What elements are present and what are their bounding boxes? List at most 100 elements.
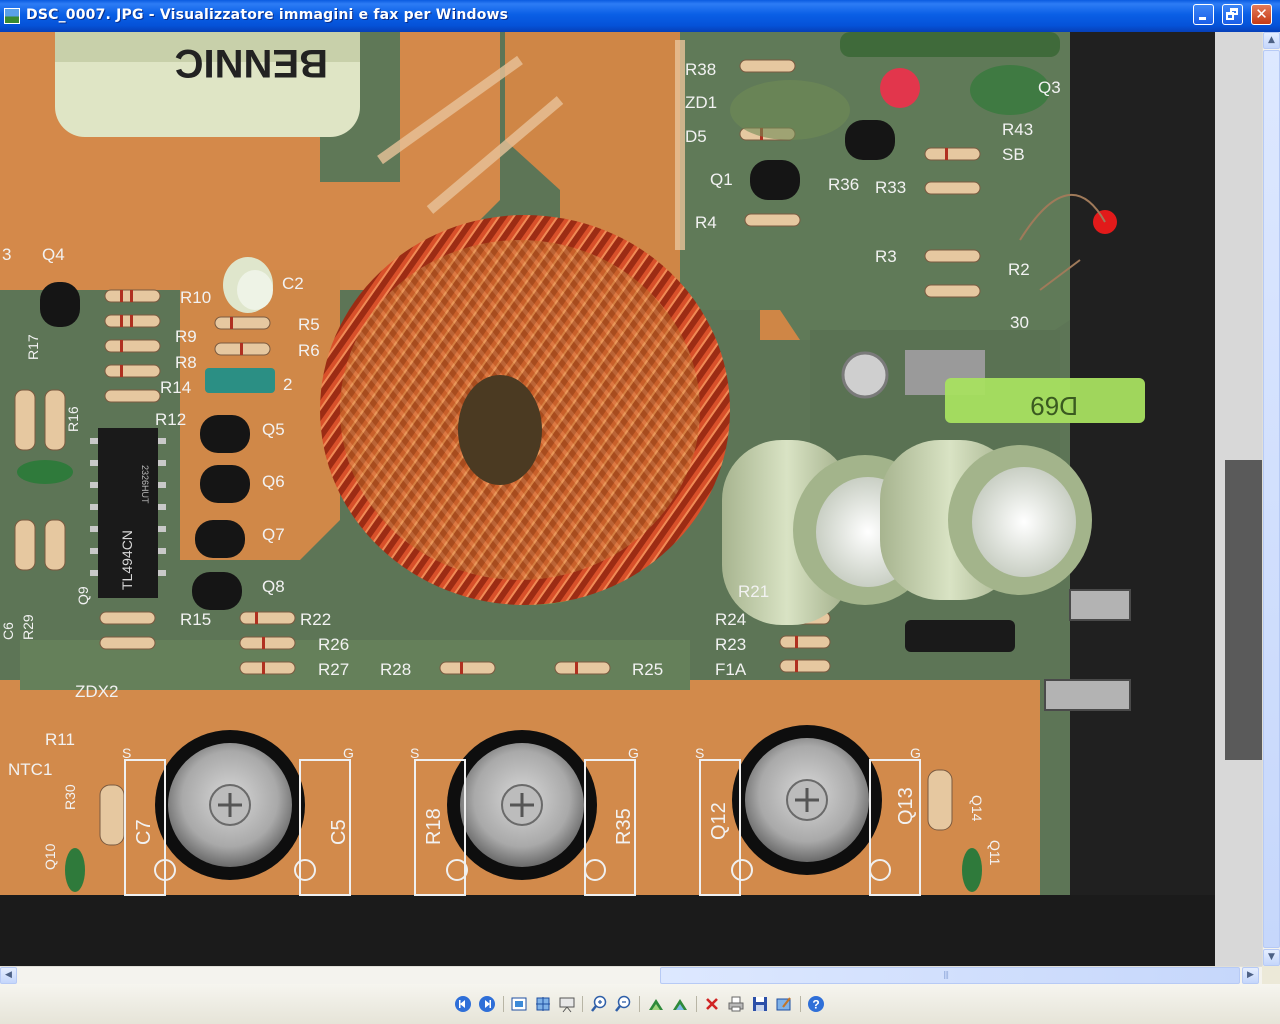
- svg-text:2326HUT: 2326HUT: [140, 465, 150, 504]
- svg-text:Q3: Q3: [1038, 78, 1061, 97]
- svg-text:R3: R3: [875, 247, 897, 266]
- svg-text:R23: R23: [715, 635, 746, 654]
- svg-text:D5: D5: [685, 127, 707, 146]
- previous-image-button[interactable]: [454, 995, 472, 1013]
- vertical-scroll-thumb[interactable]: [1263, 50, 1280, 948]
- zoom-in-icon: [591, 995, 607, 1012]
- svg-text:R5: R5: [298, 315, 320, 334]
- close-button[interactable]: ✕: [1251, 4, 1272, 25]
- svg-text:R43: R43: [1002, 120, 1033, 139]
- svg-text:R27: R27: [318, 660, 349, 679]
- pcb-photo: BENNIC 3 Q4 R10 C2 R5 R6 R9 R8 R14 2 R12…: [0, 32, 1262, 966]
- minimize-button[interactable]: [1193, 4, 1214, 25]
- svg-text:R36: R36: [828, 175, 859, 194]
- svg-text:R2: R2: [1008, 260, 1030, 279]
- scroll-left-button[interactable]: ◀: [0, 967, 17, 984]
- edit-icon: [776, 997, 791, 1011]
- svg-text:R33: R33: [875, 178, 906, 197]
- previous-icon: [455, 996, 471, 1012]
- svg-text:G: G: [910, 745, 921, 761]
- svg-text:Q13: Q13: [895, 787, 917, 825]
- svg-text:30: 30: [1010, 313, 1029, 332]
- window-title: DSC_0007. JPG - Visualizzatore immagini …: [26, 7, 509, 23]
- slideshow-button[interactable]: [558, 995, 576, 1013]
- svg-text:Q14: Q14: [969, 795, 985, 822]
- svg-text:Q12: Q12: [708, 802, 730, 840]
- svg-text:R12: R12: [155, 410, 186, 429]
- svg-text:R35: R35: [613, 808, 635, 845]
- slideshow-icon: [559, 997, 575, 1013]
- svg-text:TL494CN: TL494CN: [119, 530, 135, 590]
- help-button[interactable]: ?: [807, 995, 825, 1013]
- svg-text:R9: R9: [175, 327, 197, 346]
- rotate-clockwise-button[interactable]: [647, 995, 665, 1013]
- svg-text:Q6: Q6: [262, 472, 285, 491]
- svg-text:R29: R29: [20, 614, 36, 640]
- image-viewer-app-icon[interactable]: [4, 8, 20, 24]
- power-mosfet-screws: [155, 725, 882, 880]
- svg-text:S: S: [410, 745, 419, 761]
- horizontal-scroll-thumb[interactable]: |||: [660, 967, 1240, 984]
- svg-text:R28: R28: [380, 660, 411, 679]
- svg-text:C5: C5: [328, 819, 350, 845]
- restore-button[interactable]: [1222, 4, 1243, 25]
- svg-text:Q1: Q1: [710, 170, 733, 189]
- scroll-corner: [1262, 966, 1280, 984]
- horizontal-scrollbar[interactable]: ◀ ||| ▶: [0, 966, 1262, 984]
- svg-text:S: S: [695, 745, 704, 761]
- svg-text:R8: R8: [175, 353, 197, 372]
- svg-text:Q11: Q11: [987, 840, 1003, 866]
- next-image-button[interactable]: [478, 995, 496, 1013]
- svg-text:C7: C7: [133, 819, 155, 845]
- rotate-counterclockwise-icon: [673, 999, 687, 1010]
- svg-text:R16: R16: [65, 406, 81, 432]
- zoom-out-button[interactable]: [614, 995, 632, 1013]
- svg-text:Q5: Q5: [262, 420, 285, 439]
- svg-text:SB: SB: [1002, 145, 1025, 164]
- svg-text:C2: C2: [282, 274, 304, 293]
- scroll-up-button[interactable]: ▲: [1263, 32, 1280, 49]
- svg-text:ZDX2: ZDX2: [75, 682, 118, 701]
- close-icon: ✕: [1255, 5, 1268, 23]
- print-icon: [728, 996, 744, 1012]
- scroll-down-button[interactable]: ▼: [1263, 949, 1280, 966]
- svg-text:2: 2: [283, 375, 292, 394]
- scroll-right-button[interactable]: ▶: [1242, 967, 1259, 984]
- best-fit-icon: [511, 997, 527, 1011]
- svg-text:R15: R15: [180, 610, 211, 629]
- svg-text:3: 3: [2, 245, 11, 264]
- best-fit-button[interactable]: [510, 995, 528, 1013]
- svg-text:D69: D69: [1030, 391, 1078, 421]
- delete-button[interactable]: [703, 995, 721, 1013]
- vertical-scrollbar[interactable]: ▲ ▼: [1262, 32, 1280, 966]
- svg-text:G: G: [343, 745, 354, 761]
- svg-text:R14: R14: [160, 378, 191, 397]
- svg-text:S: S: [122, 745, 131, 761]
- viewer-toolbar: ?: [0, 984, 1280, 1024]
- print-button[interactable]: [727, 995, 745, 1013]
- image-viewport[interactable]: BENNIC 3 Q4 R10 C2 R5 R6 R9 R8 R14 2 R12…: [0, 32, 1262, 966]
- svg-text:?: ?: [812, 998, 819, 1012]
- svg-text:R30: R30: [62, 784, 78, 810]
- svg-text:Q8: Q8: [262, 577, 285, 596]
- rotate-counterclockwise-button[interactable]: [671, 995, 689, 1013]
- svg-text:ZD1: ZD1: [685, 93, 717, 112]
- svg-text:R25: R25: [632, 660, 663, 679]
- zoom-in-button[interactable]: [590, 995, 608, 1013]
- title-bar[interactable]: DSC_0007. JPG - Visualizzatore immagini …: [0, 0, 1280, 32]
- zoom-out-icon: [615, 995, 631, 1012]
- copy-to-button[interactable]: [751, 995, 769, 1013]
- svg-text:Q9: Q9: [75, 586, 91, 605]
- svg-text:Q10: Q10: [42, 843, 58, 870]
- svg-text:R38: R38: [685, 60, 716, 79]
- svg-text:R6: R6: [298, 341, 320, 360]
- svg-text:C6: C6: [0, 622, 16, 640]
- actual-size-button[interactable]: [534, 995, 552, 1013]
- svg-text:R17: R17: [25, 334, 41, 360]
- minimize-icon: [1199, 17, 1206, 20]
- rectifier-diode: [905, 620, 1015, 652]
- open-for-editing-button[interactable]: [775, 995, 793, 1013]
- toroid-inductor: [320, 215, 730, 605]
- next-icon: [479, 996, 495, 1012]
- rotate-clockwise-icon: [649, 999, 663, 1010]
